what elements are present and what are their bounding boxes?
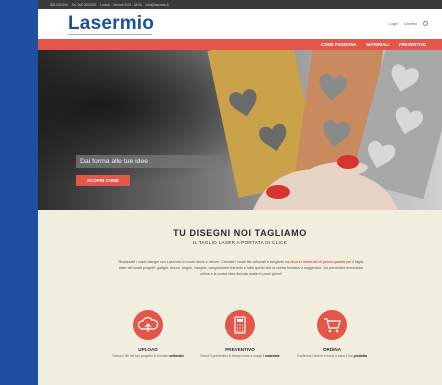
browser-page: 800 000 000 Tel. 000 0000000 Lunedì - Ve… bbox=[38, 0, 442, 385]
feature-upload: UPLOAD Carica il file del tuo progetto i… bbox=[103, 310, 193, 358]
feature-ordina: ORDINA Conferma l'ordine e ricevi a casa… bbox=[287, 310, 377, 358]
feature-title: UPLOAD bbox=[138, 347, 158, 352]
header-actions: Login Carrello bbox=[388, 21, 428, 26]
main-nav: COME FUNZIONA MATERIALI PREVENTIVO bbox=[38, 39, 442, 50]
feature-desc: Carica il file del tuo progetto in forma… bbox=[111, 354, 185, 358]
logo-underline bbox=[68, 34, 152, 35]
cart-link[interactable]: Carrello bbox=[404, 22, 417, 26]
section-title: TU DISEGNI NOI TAGLIAMO bbox=[173, 228, 307, 238]
topbar-email[interactable]: info@lasermio.it bbox=[146, 3, 169, 7]
site-logo[interactable]: Lasermio bbox=[68, 13, 154, 35]
hero-image bbox=[38, 50, 442, 210]
login-link[interactable]: Login bbox=[388, 22, 397, 26]
fingernail bbox=[266, 185, 290, 199]
feature-title: PREVENTIVO bbox=[225, 347, 255, 352]
search-icon[interactable] bbox=[423, 21, 428, 26]
calculator-icon[interactable] bbox=[225, 310, 255, 340]
cloud-upload-icon[interactable] bbox=[133, 310, 163, 340]
cart-icon[interactable] bbox=[317, 310, 347, 340]
nav-preventivo[interactable]: PREVENTIVO bbox=[399, 42, 426, 47]
feature-preventivo: PREVENTIVO Ricevi il preventivo in tempo… bbox=[195, 310, 285, 358]
top-info-bar: 800 000 000 Tel. 000 0000000 Lunedì - Ve… bbox=[38, 0, 442, 9]
materials-link[interactable]: diversi materiali di prima qualità bbox=[290, 260, 345, 264]
site-header: Lasermio Login Carrello bbox=[38, 9, 442, 39]
nav-come-funziona[interactable]: COME FUNZIONA bbox=[321, 42, 356, 47]
topbar-phone: 800 000 000 bbox=[50, 2, 68, 7]
feature-title: ORDINA bbox=[322, 347, 342, 352]
feature-desc: Ricevi il preventivo in tempo reale e sc… bbox=[200, 354, 280, 358]
topbar-tel: Tel. 000 0000000 bbox=[71, 2, 97, 7]
feature-desc: Conferma l'ordine e ricevi a casa il tuo… bbox=[296, 354, 368, 358]
topbar-hours: Lunedì - Venerdì 9:00 - 18:00 bbox=[100, 2, 142, 7]
hero-tagline: Dai forma alle tue idee bbox=[76, 155, 224, 168]
discover-button[interactable]: SCOPRI COME bbox=[76, 175, 130, 186]
fingernail bbox=[337, 155, 359, 169]
intro-paragraph: Realizzate i vostri disegni con Lasermio… bbox=[118, 260, 364, 277]
nav-materiali[interactable]: MATERIALI bbox=[367, 42, 390, 47]
intro-section: TU DISEGNI NOI TAGLIAMO IL TAGLIO LASER … bbox=[38, 210, 442, 385]
section-subtitle: IL TAGLIO LASER A PORTATA DI CLICK bbox=[192, 240, 288, 245]
hero-banner: Dai forma alle tue idee SCOPRI COME bbox=[38, 50, 442, 210]
